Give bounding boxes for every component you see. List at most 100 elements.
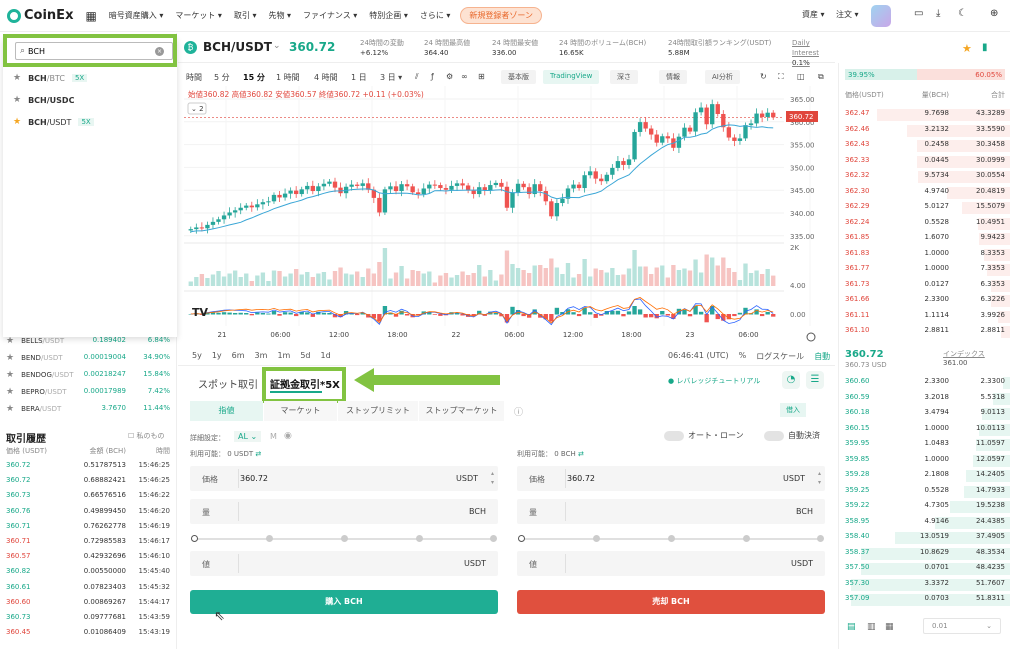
price-stepper-icon[interactable]: ▴ ▾ [818, 469, 821, 487]
bid-row[interactable]: 360.59 3.2018 5.5318 [845, 393, 1005, 405]
log-scale-toggle[interactable]: ログスケール [756, 351, 804, 362]
price-stepper-icon[interactable]: ▴ ▾ [491, 469, 494, 487]
advanced-setting-m[interactable]: M [270, 432, 277, 441]
ask-row[interactable]: 361.66 2.3300 6.3226 [845, 295, 1005, 307]
guide-book-icon[interactable]: ▮ [982, 42, 988, 53]
bid-row[interactable]: 360.60 2.3300 2.3300 [845, 377, 1005, 389]
buy-value-input[interactable]: 値 USDT [190, 551, 498, 576]
clear-search-icon[interactable]: × [155, 47, 164, 56]
layout-grid-icon[interactable]: ⊞ [478, 72, 485, 81]
ask-row[interactable]: 362.33 0.0445 30.0999 [845, 156, 1005, 168]
bid-row[interactable]: 359.85 1.0000 12.0597 [845, 455, 1005, 467]
bid-row[interactable]: 359.25 0.5528 14.7933 [845, 486, 1005, 498]
favorite-star-icon[interactable]: ★ [6, 387, 14, 397]
user-avatar[interactable] [871, 5, 891, 27]
index-price-label[interactable]: インデックス [943, 349, 985, 359]
bid-row[interactable]: 358.95 4.9146 24.4385 [845, 517, 1005, 529]
stat-daily-interest[interactable]: Daily Interest 0.1% [792, 38, 835, 68]
range-1m[interactable]: 1m [277, 351, 290, 360]
interval-15m[interactable]: 15 分 [243, 72, 265, 83]
market-row[interactable]: ★ BEPRO/USDT 0.00017989 7.42% [6, 387, 170, 397]
range-6m[interactable]: 6m [232, 351, 245, 360]
transfer-icon[interactable]: ⇄ [578, 450, 584, 458]
order-type-market[interactable]: マーケット [264, 401, 337, 421]
chart-settings-icon[interactable] [806, 332, 816, 342]
view-info[interactable]: 情報 [659, 70, 687, 84]
view-tradingview[interactable]: TradingView [543, 70, 600, 84]
ask-row[interactable]: 362.24 0.5528 10.4951 [845, 218, 1005, 230]
both-sides-view-icon[interactable]: ▤ [847, 622, 856, 632]
ask-row[interactable]: 361.77 1.0000 7.3353 [845, 264, 1005, 276]
favorite-star-icon[interactable]: ★ [6, 336, 14, 346]
ask-row[interactable]: 362.47 9.7698 43.3289 [845, 109, 1005, 121]
bid-row[interactable]: 359.28 2.1808 14.2405 [845, 470, 1005, 482]
favorite-star-icon[interactable]: ★ [962, 42, 972, 55]
interval-3d[interactable]: 3 日 ▾ [380, 72, 402, 83]
coinex-logo[interactable]: CoinEx [7, 8, 73, 23]
view-depth[interactable]: 深さ [610, 70, 638, 84]
bid-row[interactable]: 357.09 0.0703 51.8311 [845, 594, 1005, 606]
fullscreen-icon[interactable]: ⛶ [778, 72, 784, 82]
pair-title[interactable]: BCH/USDT [203, 40, 272, 54]
favorite-star-icon[interactable]: ★ [6, 353, 14, 363]
range-1d[interactable]: 1d [321, 351, 331, 360]
indicator-icon[interactable]: ƒ [431, 72, 434, 81]
compare-icon[interactable]: ∞ [461, 72, 468, 81]
bid-row[interactable]: 360.18 3.4794 9.0113 [845, 408, 1005, 420]
buy-quantity-input[interactable]: 量 BCH [190, 499, 498, 524]
nav-item-markets[interactable]: マーケット ▾ [175, 10, 222, 21]
settings-gear-icon[interactable]: ⚙ [446, 72, 453, 81]
ask-row[interactable]: 362.46 3.2132 33.5590 [845, 125, 1005, 137]
market-row[interactable]: ★ BERA/USDT 3.7670 11.44% [6, 404, 170, 414]
order-type-stop-limit[interactable]: ストップリミット [338, 401, 418, 421]
ask-row[interactable]: 361.73 0.0127 6.3353 [845, 280, 1005, 292]
pair-search-box[interactable]: ⌕ × [15, 42, 173, 60]
candle-style-icon[interactable]: ⫽ [415, 72, 419, 82]
ask-row[interactable]: 362.43 0.2458 30.3458 [845, 140, 1005, 152]
sell-amount-slider[interactable] [518, 535, 824, 542]
list-settings-icon[interactable]: ☰ [806, 371, 824, 389]
new-user-zone-button[interactable]: 新規登録者ゾーン [460, 7, 543, 24]
bid-row[interactable]: 357.30 3.3372 51.7607 [845, 579, 1005, 591]
buy-price-input[interactable]: 価格 360.72 USDT ▴ ▾ [190, 466, 498, 491]
tab-spot-trading[interactable]: スポット取引 [198, 376, 258, 391]
favorite-star-icon[interactable]: ★ [6, 370, 14, 380]
tab-margin-trading[interactable]: 証拠金取引*5X [270, 376, 340, 391]
refresh-icon[interactable]: ↻ [760, 72, 767, 81]
transfer-icon[interactable]: ⇄ [255, 450, 261, 458]
bids-only-view-icon[interactable]: ▥ [867, 622, 876, 632]
search-result-bch-usdt[interactable]: ★ BCH/USDT 5X [13, 117, 94, 127]
market-row[interactable]: ★ BEND/USDT 0.00019004 34.90% [6, 353, 170, 363]
ask-row[interactable]: 362.30 4.9740 20.4819 [845, 187, 1005, 199]
interval-1h[interactable]: 1 時間 [276, 72, 300, 83]
visibility-eye-icon[interactable]: ◉ [284, 431, 292, 441]
range-1y[interactable]: 1y [212, 351, 222, 360]
pie-chart-icon[interactable]: ◔ [782, 371, 800, 389]
ask-row[interactable]: 361.11 1.1114 3.9926 [845, 311, 1005, 323]
sell-value-input[interactable]: 値 USDT [517, 551, 825, 576]
order-type-info-icon[interactable]: ⓘ [514, 405, 523, 418]
nav-item-special[interactable]: 特別企画 ▾ [369, 10, 408, 21]
leverage-tutorial-link[interactable]: ● レバレッジチュートリアル [668, 376, 760, 386]
dark-mode-icon[interactable]: ☾ [958, 8, 967, 19]
nav-item-futures[interactable]: 先物 ▾ [268, 10, 291, 21]
market-row[interactable]: ★ BENDOG/USDT 0.00218247 15.84% [6, 370, 170, 380]
asks-only-view-icon[interactable]: ▦ [885, 622, 894, 632]
favorite-star-icon[interactable]: ★ [13, 95, 21, 105]
slider-handle[interactable] [518, 535, 525, 542]
interval-1d[interactable]: 1 日 [351, 72, 367, 83]
sell-price-input[interactable]: 価格 360.72 USDT ▴ ▾ [517, 466, 825, 491]
my-trades-checkbox[interactable]: ☐ 私のもの [128, 431, 165, 441]
favorite-star-icon[interactable]: ★ [6, 404, 14, 414]
search-result-bch-usdc[interactable]: ★ BCH/USDC [13, 95, 74, 105]
borrow-button[interactable]: 借入 [780, 403, 806, 417]
range-5d[interactable]: 5d [300, 351, 310, 360]
nav-item-trade[interactable]: 取引 ▾ [234, 10, 257, 21]
bid-row[interactable]: 360.15 1.0000 10.0113 [845, 424, 1005, 436]
order-type-limit[interactable]: 指値 [190, 401, 263, 421]
interval-4h[interactable]: 4 時間 [314, 72, 338, 83]
order-type-stop-market[interactable]: ストップマーケット [419, 401, 504, 421]
nav-item-more[interactable]: さらに ▾ [420, 10, 451, 21]
view-ai-analysis[interactable]: AI分析 [705, 70, 740, 84]
screenshot-icon[interactable]: ◫ [797, 72, 805, 81]
